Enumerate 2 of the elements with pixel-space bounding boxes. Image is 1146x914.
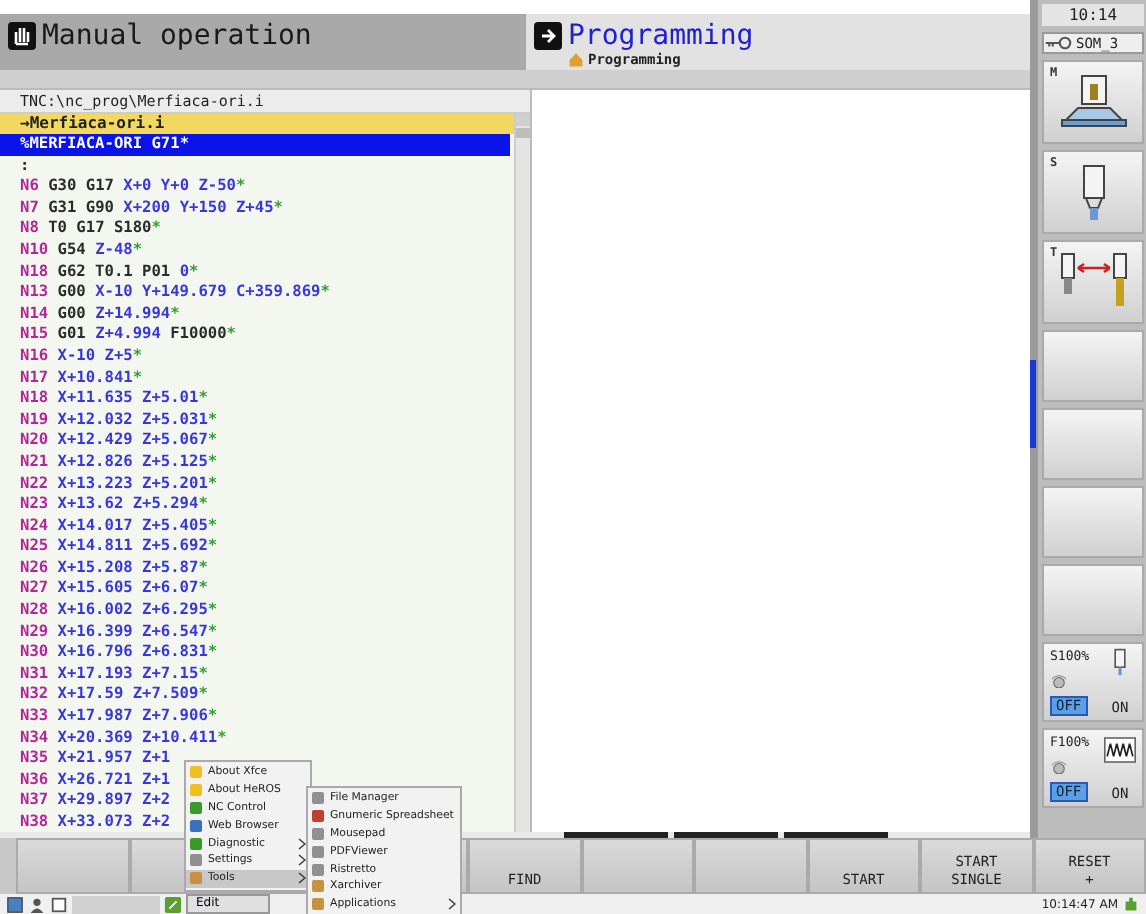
clock: 10:14 bbox=[1042, 4, 1144, 26]
file-name: →Merfiaca-ori.i bbox=[0, 114, 514, 134]
